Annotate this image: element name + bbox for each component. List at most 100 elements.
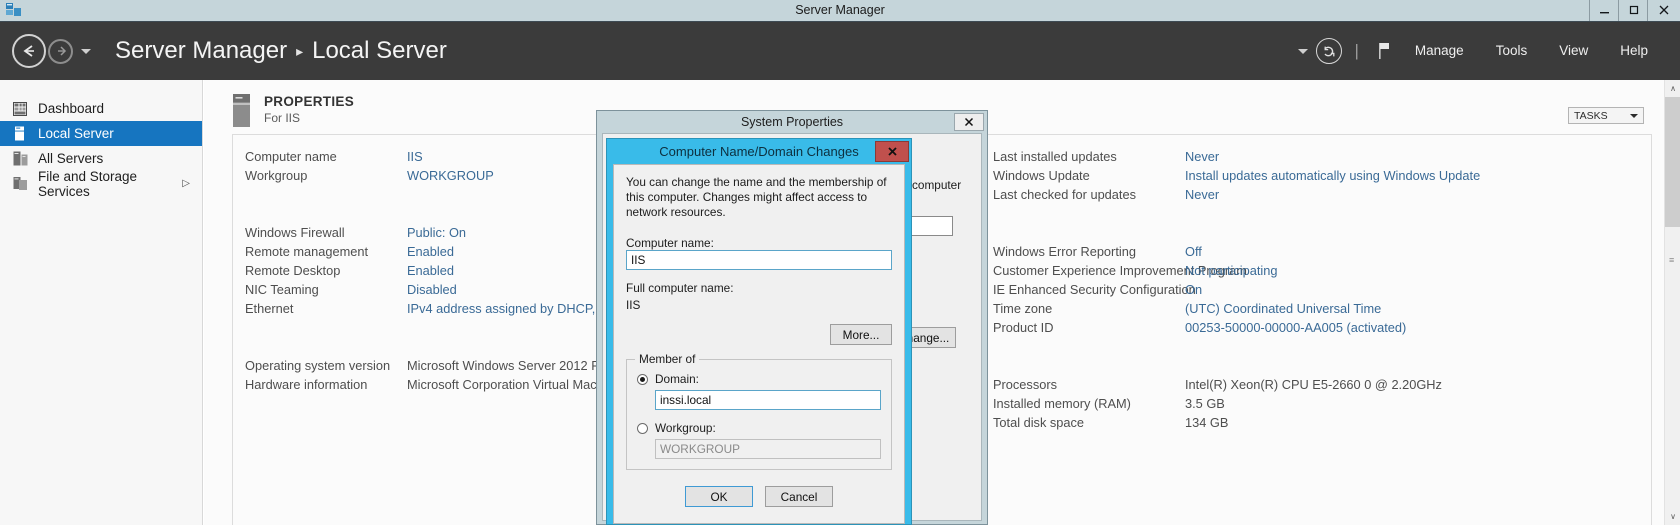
property-key: Installed memory (RAM) xyxy=(993,396,1131,411)
computer-name-input[interactable] xyxy=(626,250,892,270)
minimize-button[interactable] xyxy=(1589,0,1618,21)
property-value[interactable]: Enabled xyxy=(407,244,454,263)
server-tile-icon xyxy=(232,94,252,128)
property-row: Remote management Enabled xyxy=(245,244,649,263)
property-key: Workgroup xyxy=(245,168,308,183)
property-row: Operating system version Microsoft Window… xyxy=(245,358,649,377)
refresh-icon[interactable] xyxy=(1316,38,1343,64)
property-key: Product ID xyxy=(993,320,1054,335)
back-button[interactable] xyxy=(12,34,46,68)
breadcrumb-separator-icon: ▸ xyxy=(296,42,304,59)
domain-radio-row[interactable]: Domain: xyxy=(637,372,881,386)
sidebar-item-label: Dashboard xyxy=(38,101,105,116)
ok-button[interactable]: OK xyxy=(685,486,753,507)
property-value[interactable]: Never xyxy=(1185,187,1219,206)
property-value[interactable]: Public: On xyxy=(407,225,466,244)
property-key: Processors xyxy=(993,377,1058,392)
property-value[interactable]: (UTC) Coordinated Universal Time xyxy=(1185,301,1381,320)
sidebar-item-file-and-storage-services[interactable]: File and Storage Services ▷ xyxy=(0,168,202,199)
system-properties-description-input[interactable] xyxy=(905,216,953,236)
property-row: Customer Experience Improvement Program N… xyxy=(993,263,1480,282)
sidebar: Dashboard Local Server All Servers File … xyxy=(0,80,203,525)
property-key: Remote Desktop xyxy=(245,263,341,278)
workgroup-radio-label: Workgroup: xyxy=(655,421,716,435)
property-value[interactable]: Never xyxy=(1185,149,1219,168)
breadcrumb-root[interactable]: Server Manager xyxy=(115,37,287,65)
page-subtitle: For IIS xyxy=(264,111,301,125)
property-row: IE Enhanced Security Configuration On xyxy=(993,282,1480,301)
history-dropdown-icon[interactable] xyxy=(81,48,91,54)
workgroup-radio-row[interactable]: Workgroup: xyxy=(637,421,881,435)
window-controls xyxy=(1589,0,1680,22)
domain-radio-button[interactable] xyxy=(637,373,648,385)
property-row: Ethernet IPv4 address assigned by DHCP, I… xyxy=(245,301,649,320)
property-value[interactable]: IIS xyxy=(407,149,423,168)
sidebar-item-local-server[interactable]: Local Server xyxy=(0,121,202,146)
property-value[interactable]: Enabled xyxy=(407,263,454,282)
notifications-flag-icon[interactable] xyxy=(1371,38,1399,64)
vertical-scrollbar[interactable]: ∧ ≡ ∨ xyxy=(1664,80,1680,525)
property-key: NIC Teaming xyxy=(245,282,319,297)
maximize-button[interactable] xyxy=(1618,0,1647,21)
property-row: Time zone (UTC) Coordinated Universal Tim… xyxy=(993,301,1480,320)
scroll-thumb[interactable] xyxy=(1665,97,1680,227)
sidebar-item-label: File and Storage Services xyxy=(38,168,138,199)
property-value[interactable]: Disabled xyxy=(407,282,457,301)
sidebar-item-dashboard[interactable]: Dashboard xyxy=(0,96,202,121)
radio-dot-icon xyxy=(640,376,645,382)
close-button[interactable] xyxy=(1647,0,1680,21)
menu-manage[interactable]: Manage xyxy=(1399,37,1480,65)
more-button[interactable]: More... xyxy=(830,324,892,345)
property-row: Hardware information Microsoft Corporatio… xyxy=(245,377,649,396)
chevron-down-icon xyxy=(1630,113,1638,118)
property-row: Processors Intel(R) Xeon(R) CPU E5-2660 0… xyxy=(993,377,1480,396)
workgroup-input[interactable] xyxy=(655,439,881,459)
property-value[interactable]: 00253-50000-00000-AA005 (activated) xyxy=(1185,320,1406,339)
property-row: Installed memory (RAM) 3.5 GB xyxy=(993,396,1480,415)
menu-tools[interactable]: Tools xyxy=(1480,37,1544,65)
property-value[interactable]: WORKGROUP xyxy=(407,168,494,187)
tasks-dropdown[interactable]: TASKS xyxy=(1568,107,1644,124)
scroll-down-arrow[interactable]: ∨ xyxy=(1665,508,1680,525)
property-row: Workgroup WORKGROUP xyxy=(245,168,649,187)
computer-name-dialog-close-button[interactable] xyxy=(875,141,909,162)
more-button-row: More... xyxy=(626,324,892,345)
cancel-button[interactable]: Cancel xyxy=(765,486,833,507)
chevron-right-icon[interactable]: ▷ xyxy=(182,178,190,189)
domain-radio-label: Domain: xyxy=(655,372,699,386)
window-titlebar: Server Manager xyxy=(0,0,1680,22)
properties-spacer xyxy=(245,320,649,358)
sidebar-item-label: All Servers xyxy=(38,151,104,166)
forward-button[interactable] xyxy=(48,38,73,64)
property-key: Windows Error Reporting xyxy=(993,244,1136,259)
member-of-group: Member of Domain: Workgroup: xyxy=(626,352,892,470)
property-value[interactable]: Install updates automatically using Wind… xyxy=(1185,168,1480,187)
system-properties-title: System Properties xyxy=(740,115,844,129)
property-value[interactable]: On xyxy=(1185,282,1202,301)
member-of-legend: Member of xyxy=(635,352,700,366)
computer-name-dialog-title: Computer Name/Domain Changes xyxy=(659,144,859,159)
breadcrumb-current: Local Server xyxy=(312,37,447,64)
refresh-dropdown-icon[interactable] xyxy=(1298,48,1309,54)
window-title: Server Manager xyxy=(795,3,885,17)
scroll-up-arrow[interactable]: ∧ xyxy=(1665,80,1680,97)
computer-name-dialog-titlebar: Computer Name/Domain Changes xyxy=(607,139,911,164)
scroll-grip-icon: ≡ xyxy=(1669,255,1675,265)
navigation-arrows xyxy=(12,34,91,68)
workgroup-radio-button[interactable] xyxy=(637,422,648,434)
sidebar-item-all-servers[interactable]: All Servers xyxy=(0,146,202,171)
menu-view[interactable]: View xyxy=(1543,37,1604,65)
property-key: Hardware information xyxy=(245,377,368,392)
domain-input[interactable] xyxy=(655,390,881,410)
property-value[interactable]: Off xyxy=(1185,244,1202,263)
menu-help[interactable]: Help xyxy=(1604,37,1664,65)
property-value[interactable]: Not participating xyxy=(1185,263,1277,282)
system-properties-close-button[interactable] xyxy=(954,113,984,131)
computer-name-domain-changes-dialog: Computer Name/Domain Changes You can cha… xyxy=(606,138,912,525)
property-key: Windows Update xyxy=(993,168,1090,183)
property-value: 3.5 GB xyxy=(1185,396,1225,411)
full-computer-name-label: Full computer name: xyxy=(626,281,734,295)
system-properties-titlebar: System Properties xyxy=(597,111,987,133)
property-key: Time zone xyxy=(993,301,1053,316)
property-row: Last checked for updates Never xyxy=(993,187,1480,206)
